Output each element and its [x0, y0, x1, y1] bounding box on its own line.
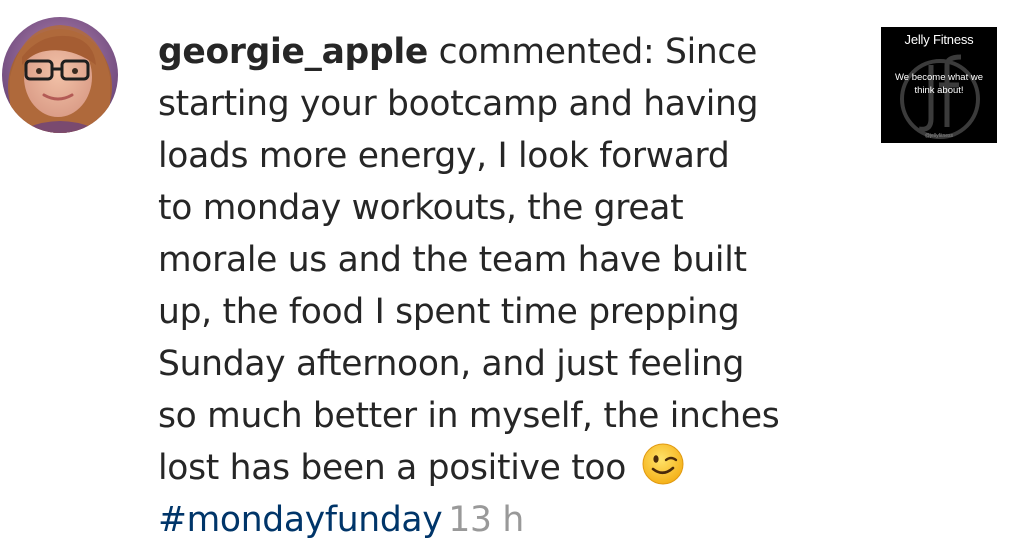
thumbnail-brand: Jelly Fitness — [904, 32, 974, 47]
avatar-photo — [2, 17, 118, 133]
winking-face-emoji-icon — [642, 443, 684, 485]
comment-text: lost has been a positive too — [158, 448, 627, 488]
post-thumbnail[interactable]: Jelly Fitness We become what we think ab… — [881, 27, 997, 143]
thumbnail-tagline: We become what we think about! — [889, 71, 989, 97]
comment-line: lost has been a positive too — [158, 442, 818, 494]
comment-text: so much better in myself, the inches — [158, 396, 780, 436]
user-avatar[interactable] — [2, 17, 118, 133]
comment-text: up, the food I spent time prepping — [158, 292, 740, 332]
comment-text: to monday workouts, the great — [158, 188, 684, 228]
tagline-line: We become what we — [894, 72, 983, 83]
comment-timestamp: 13 h — [448, 500, 524, 540]
comment-text: commented: Since — [427, 32, 758, 72]
comment-line: #mondayfunday 13 h — [158, 494, 818, 546]
comment-text: Sunday afternoon, and just feeling — [158, 344, 745, 384]
comment-line: georgie_apple commented: Since — [158, 26, 818, 78]
username-link[interactable]: georgie_apple — [158, 32, 428, 72]
comment-text: starting your bootcamp and having — [158, 84, 759, 124]
comment-body: georgie_apple commented: Since starting … — [158, 26, 818, 546]
comment-text: loads more energy, I look forward — [158, 136, 730, 176]
hashtag-link[interactable]: #mondayfunday — [158, 500, 443, 540]
comment-text: morale us and the team have built — [158, 240, 747, 280]
tagline-line: think about! — [914, 85, 964, 96]
thumbnail-handle: @jellyfitness — [924, 133, 954, 139]
